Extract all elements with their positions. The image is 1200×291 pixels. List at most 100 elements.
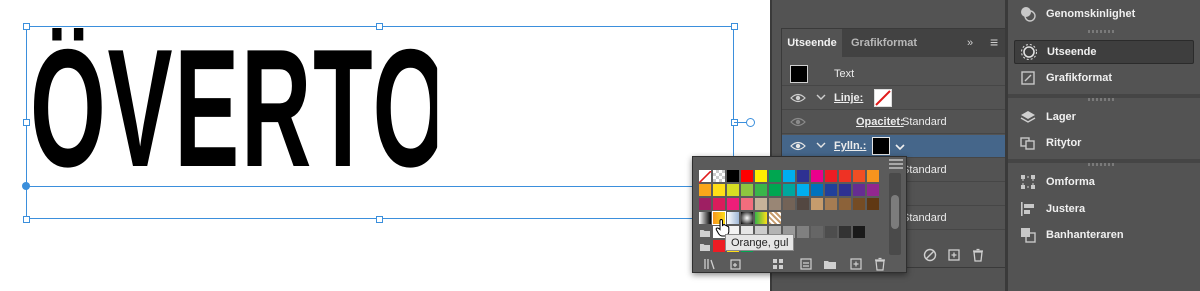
- color-swatch[interactable]: [811, 170, 823, 182]
- color-swatch[interactable]: [839, 198, 851, 210]
- panel-button-layers[interactable]: Lager: [1014, 105, 1194, 129]
- new-swatch-icon[interactable]: [849, 257, 863, 271]
- color-swatch[interactable]: [867, 170, 879, 182]
- show-kinds-icon[interactable]: [729, 257, 743, 271]
- resize-handle-top[interactable]: [376, 23, 383, 30]
- visibility-eye-icon[interactable]: [790, 115, 806, 129]
- color-swatch[interactable]: [853, 198, 865, 210]
- chevron-down-icon[interactable]: [894, 141, 906, 153]
- selection-bounding-box[interactable]: [26, 26, 734, 219]
- color-swatch[interactable]: [797, 198, 809, 210]
- appearance-row-fill[interactable]: Fylln.:: [782, 135, 1005, 158]
- delete-swatch-icon[interactable]: [873, 257, 887, 271]
- color-swatch[interactable]: [769, 184, 781, 196]
- gray-swatch[interactable]: [839, 226, 851, 238]
- appearance-row-stroke[interactable]: Linje:: [782, 87, 1005, 110]
- list-view-icon[interactable]: [889, 159, 903, 169]
- gray-swatch[interactable]: [853, 226, 865, 238]
- stroke-label[interactable]: Linje:: [834, 87, 863, 110]
- color-swatch[interactable]: [811, 198, 823, 210]
- resize-handle-bottom[interactable]: [376, 216, 383, 223]
- color-swatch[interactable]: [727, 184, 739, 196]
- color-swatch[interactable]: [741, 198, 753, 210]
- swatch-edit-icon[interactable]: [799, 257, 813, 271]
- panel-menu-button[interactable]: ≡: [990, 29, 998, 57]
- color-swatch[interactable]: [783, 170, 795, 182]
- color-swatch[interactable]: [797, 184, 809, 196]
- tab-appearance[interactable]: Utseende: [782, 29, 842, 57]
- color-swatch[interactable]: [867, 184, 879, 196]
- fill-label[interactable]: Fylln.:: [834, 135, 866, 158]
- color-group-folder-icon[interactable]: [699, 226, 711, 238]
- resize-handle-top-right[interactable]: [731, 23, 738, 30]
- panel-button-appearance[interactable]: Utseende: [1014, 40, 1194, 64]
- stroke-none-swatch[interactable]: [874, 89, 892, 107]
- swatch-none[interactable]: [698, 170, 712, 184]
- color-swatch[interactable]: [727, 198, 739, 210]
- color-swatch[interactable]: [741, 170, 753, 182]
- gradient-swatch[interactable]: [769, 212, 781, 224]
- panel-group-grip[interactable]: [1088, 163, 1116, 166]
- appearance-row-opacity[interactable]: Opacitet: Standard: [782, 111, 1005, 134]
- color-swatch[interactable]: [853, 170, 865, 182]
- color-swatch[interactable]: [741, 184, 753, 196]
- fill-color-swatch[interactable]: [872, 137, 890, 155]
- color-swatch[interactable]: [769, 198, 781, 210]
- text-out-port[interactable]: [746, 118, 755, 127]
- color-group-folder-icon[interactable]: [699, 240, 711, 252]
- panel-button-pathfinder[interactable]: Banhanteraren: [1014, 223, 1194, 247]
- panel-button-graphic-styles[interactable]: Grafikformat: [1014, 66, 1194, 90]
- color-swatch[interactable]: [713, 240, 725, 252]
- registration-swatch[interactable]: [713, 170, 725, 182]
- gray-swatch[interactable]: [825, 226, 837, 238]
- color-swatch[interactable]: [699, 184, 711, 196]
- panel-button-artboards[interactable]: Ritytor: [1014, 131, 1194, 155]
- visibility-eye-icon[interactable]: [790, 91, 806, 105]
- panel-button-transparency[interactable]: Genomskinlighet: [1014, 2, 1194, 26]
- color-swatch[interactable]: [713, 198, 725, 210]
- opacity-label[interactable]: Opacitet:: [856, 111, 904, 134]
- color-swatch[interactable]: [727, 170, 739, 182]
- color-swatch[interactable]: [769, 170, 781, 182]
- color-swatch[interactable]: [755, 170, 767, 182]
- color-swatch[interactable]: [825, 184, 837, 196]
- appearance-row-text[interactable]: Text: [782, 63, 1005, 86]
- color-swatch[interactable]: [811, 184, 823, 196]
- panel-button-transform[interactable]: Omforma: [1014, 170, 1194, 194]
- visibility-eye-icon[interactable]: [790, 139, 806, 153]
- trash-icon[interactable]: [970, 247, 986, 263]
- gray-swatch[interactable]: [811, 226, 823, 238]
- color-swatch[interactable]: [783, 184, 795, 196]
- color-swatch[interactable]: [825, 170, 837, 182]
- color-swatch[interactable]: [699, 198, 711, 210]
- panel-group-grip[interactable]: [1088, 30, 1116, 33]
- duplicate-item-icon[interactable]: [946, 247, 962, 263]
- color-swatch[interactable]: [839, 170, 851, 182]
- swatch-options-icon[interactable]: [771, 257, 785, 271]
- resize-handle-bottom-left[interactable]: [23, 216, 30, 223]
- color-swatch[interactable]: [713, 184, 725, 196]
- color-swatch[interactable]: [839, 184, 851, 196]
- gray-swatch[interactable]: [797, 226, 809, 238]
- gradient-swatch[interactable]: [741, 212, 753, 224]
- color-swatch[interactable]: [755, 184, 767, 196]
- gradient-swatch[interactable]: [699, 212, 711, 224]
- artboard-canvas[interactable]: ÖVERTONING: [0, 0, 770, 291]
- color-swatch[interactable]: [755, 198, 767, 210]
- panel-group-grip[interactable]: [1088, 98, 1116, 101]
- resize-handle-left[interactable]: [23, 119, 30, 126]
- resize-handle-top-left[interactable]: [23, 23, 30, 30]
- collapse-panel-button[interactable]: »: [967, 29, 973, 57]
- color-swatch[interactable]: [867, 198, 879, 210]
- swatch-scrollbar[interactable]: [889, 173, 901, 255]
- color-swatch[interactable]: [783, 198, 795, 210]
- scrollbar-thumb[interactable]: [891, 195, 899, 229]
- chevron-down-icon[interactable]: [815, 139, 827, 151]
- clear-appearance-icon[interactable]: [922, 247, 938, 263]
- swatch-libraries-icon[interactable]: [703, 257, 717, 271]
- chevron-down-icon[interactable]: [815, 91, 827, 103]
- panel-button-align[interactable]: Justera: [1014, 197, 1194, 221]
- color-swatch[interactable]: [825, 198, 837, 210]
- new-color-group-icon[interactable]: [823, 257, 837, 271]
- color-swatch[interactable]: [853, 184, 865, 196]
